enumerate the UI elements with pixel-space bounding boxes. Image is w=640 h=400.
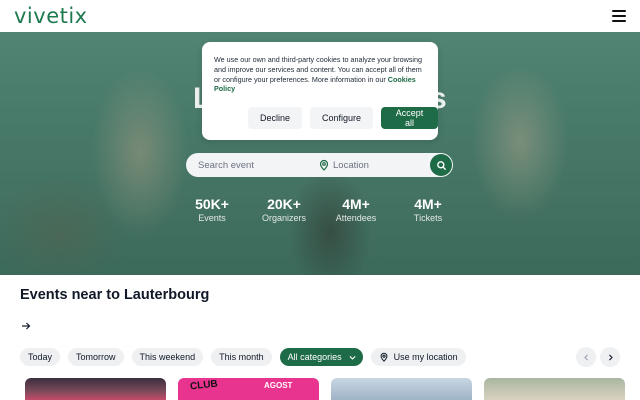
top-header: vivetix	[0, 0, 640, 32]
carousel-prev-button[interactable]	[576, 347, 596, 367]
use-my-location-button[interactable]: Use my location	[370, 348, 466, 366]
filter-this-month[interactable]: This month	[211, 348, 272, 366]
cookie-buttons: Decline Configure Accept all	[248, 107, 438, 129]
cookie-text: We use our own and third-party cookies t…	[214, 55, 426, 94]
card-poster-text: CLUB	[189, 378, 219, 393]
chevron-right-icon	[608, 353, 613, 361]
all-categories-dropdown[interactable]: All categories	[279, 348, 363, 366]
search-button[interactable]	[430, 154, 452, 176]
magnifier-icon	[436, 160, 446, 170]
chevron-down-icon	[349, 355, 356, 360]
event-card-image[interactable]	[484, 378, 625, 400]
filter-today[interactable]: Today	[20, 348, 61, 366]
card-poster-text: AGOST	[264, 381, 293, 390]
map-pin-icon	[319, 159, 329, 171]
hero-stats: 50K+ Events 20K+ Organizers 4M+ Attendee…	[180, 197, 460, 227]
hamburger-menu-icon[interactable]	[612, 10, 626, 22]
cookie-consent-dialog: We use our own and third-party cookies t…	[202, 42, 438, 140]
location-input[interactable]	[333, 153, 423, 177]
search-event-input[interactable]	[198, 153, 318, 177]
carousel-next-button[interactable]	[600, 347, 620, 367]
event-cards: CLUB AGOST	[25, 378, 635, 400]
filter-tomorrow[interactable]: Tomorrow	[68, 348, 124, 366]
all-categories-label: All categories	[287, 352, 342, 362]
arrow-right-icon[interactable]	[20, 320, 32, 332]
configure-button[interactable]: Configure	[310, 107, 374, 129]
vivetix-logo[interactable]: vivetix	[14, 4, 88, 28]
stat-attendees: 4M+ Attendees	[321, 197, 391, 224]
stat-label: Events	[198, 213, 226, 223]
stat-label: Organizers	[261, 213, 306, 223]
search-bar	[186, 153, 453, 177]
stat-label: Attendees	[335, 213, 377, 223]
event-card-image[interactable]: CLUB AGOST	[178, 378, 319, 400]
stat-value: 4M+	[414, 196, 442, 212]
event-filters: Today Tomorrow This weekend This month A…	[20, 348, 466, 366]
decline-button[interactable]: Decline	[248, 107, 303, 129]
accept-all-button[interactable]: Accept all	[381, 107, 438, 129]
stat-tickets: 4M+ Tickets	[393, 197, 463, 224]
map-pin-icon	[380, 352, 388, 362]
stat-organizers: 20K+ Organizers	[249, 197, 319, 224]
stat-value: 20K+	[267, 196, 301, 212]
filter-this-weekend[interactable]: This weekend	[131, 348, 204, 366]
event-card-image[interactable]	[331, 378, 472, 400]
stat-label: Tickets	[413, 213, 443, 223]
stat-events: 50K+ Events	[177, 197, 247, 224]
stat-value: 4M+	[342, 196, 370, 212]
use-my-location-label: Use my location	[393, 352, 458, 362]
event-card-image[interactable]	[25, 378, 166, 400]
events-section-title: Events near to Lauterbourg	[20, 287, 210, 303]
chevron-left-icon	[583, 353, 588, 361]
stat-value: 50K+	[195, 196, 229, 212]
